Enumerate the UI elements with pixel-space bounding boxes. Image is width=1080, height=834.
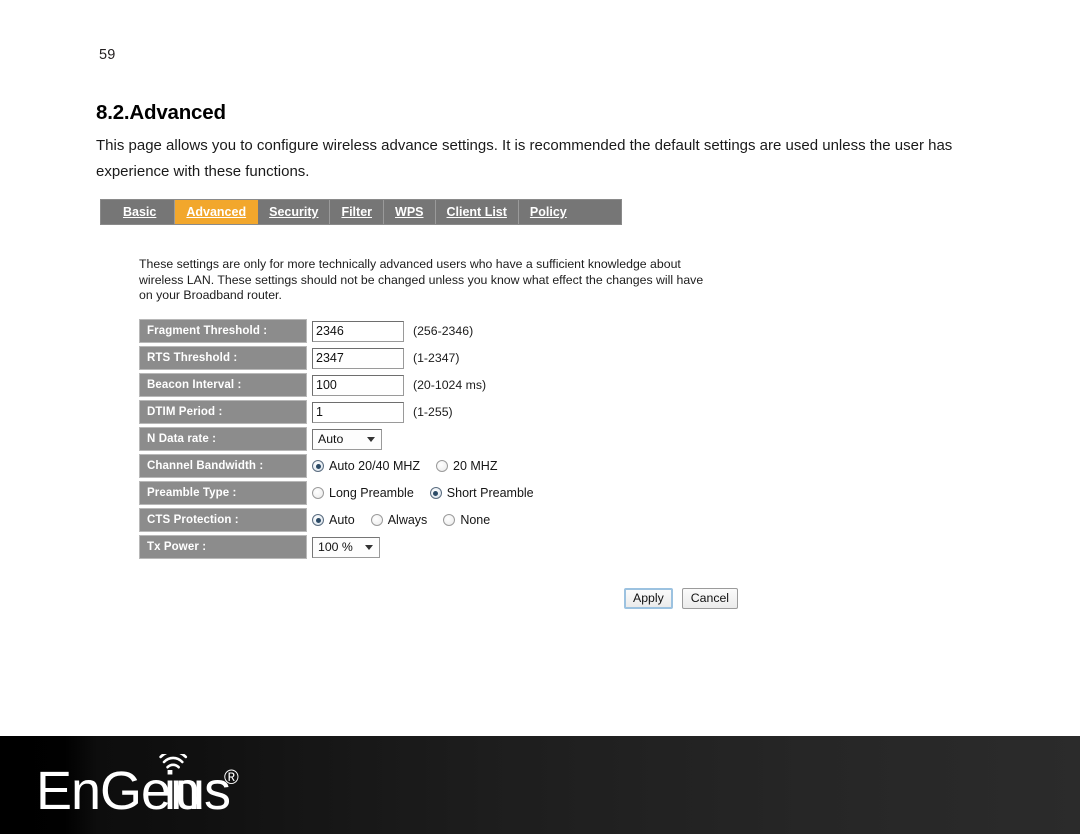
radio-channel-bandwidth-20[interactable]: 20 MHZ [436, 459, 497, 473]
hint-rts-threshold: (1-2347) [413, 351, 460, 365]
radio-cts-auto[interactable]: Auto [312, 513, 355, 527]
beacon-interval-input[interactable] [312, 374, 404, 396]
field-channel-bandwidth: Auto 20/40 MHZ 20 MHZ [312, 454, 497, 478]
field-cts-protection: Auto Always None [312, 508, 490, 532]
apply-button[interactable]: Apply [624, 588, 673, 609]
cts-protection-radio-group: Auto Always None [312, 513, 490, 527]
hint-beacon-interval: (20-1024 ms) [413, 378, 487, 392]
row-preamble-type: Preamble Type : Long Preamble Short Prea… [139, 481, 739, 508]
label-dtim-period: DTIM Period : [139, 400, 307, 424]
engenius-logo: EnGen ius ® [36, 754, 261, 816]
radio-icon [436, 460, 449, 472]
section-description: This page allows you to configure wirele… [96, 137, 953, 180]
radio-label: Always [387, 513, 428, 527]
row-dtim-period: DTIM Period : (1-255) [139, 400, 739, 427]
settings-form: Fragment Threshold : (256-2346) RTS Thre… [139, 319, 739, 562]
field-dtim-period: (1-255) [312, 400, 453, 424]
field-n-data-rate: Auto [312, 427, 382, 451]
field-preamble-type: Long Preamble Short Preamble [312, 481, 534, 505]
radio-cts-none[interactable]: None [443, 513, 490, 527]
row-beacon-interval: Beacon Interval : (20-1024 ms) [139, 373, 739, 400]
page-footer: EnGen ius ® [0, 736, 1080, 834]
svg-text:ius: ius [164, 761, 230, 816]
tx-power-select[interactable]: 100 % [312, 536, 380, 558]
radio-icon [370, 514, 383, 526]
radio-preamble-long[interactable]: Long Preamble [312, 486, 414, 500]
tab-bar: Basic Advanced Security Filter WPS Clien… [100, 199, 622, 225]
tab-client-list[interactable]: Client List [436, 200, 519, 224]
dtim-period-input[interactable] [312, 401, 404, 423]
router-admin-screenshot: Basic Advanced Security Filter WPS Clien… [100, 199, 740, 629]
label-beacon-interval: Beacon Interval : [139, 373, 307, 397]
radio-cts-always[interactable]: Always [370, 513, 428, 527]
engenius-logo-icon: EnGen ius ® [36, 754, 239, 816]
radio-label: Auto 20/40 MHZ [329, 459, 421, 473]
label-n-data-rate: N Data rate : [139, 427, 307, 451]
field-beacon-interval: (20-1024 ms) [312, 373, 486, 397]
radio-icon [312, 460, 324, 472]
panel-description: These settings are only for more technic… [139, 257, 704, 302]
radio-preamble-short[interactable]: Short Preamble [429, 486, 534, 500]
row-n-data-rate: N Data rate : Auto [139, 427, 739, 454]
cancel-button[interactable]: Cancel [681, 588, 739, 609]
chevron-down-icon [365, 545, 373, 550]
label-cts-protection: CTS Protection : [139, 508, 307, 532]
radio-label: None [460, 513, 491, 527]
field-tx-power: 100 % [312, 535, 380, 559]
radio-label: Long Preamble [329, 486, 414, 500]
hint-dtim-period: (1-255) [413, 405, 453, 419]
label-rts-threshold: RTS Threshold : [139, 346, 307, 370]
radio-label: 20 MHZ [453, 459, 498, 473]
label-tx-power: Tx Power : [139, 535, 307, 559]
radio-icon [429, 487, 442, 499]
n-data-rate-select[interactable]: Auto [312, 428, 382, 450]
tx-power-selected-value: 100 % [318, 540, 353, 554]
tab-basic[interactable]: Basic [101, 200, 176, 224]
tab-wps[interactable]: WPS [384, 200, 436, 224]
tab-security[interactable]: Security [258, 200, 331, 224]
row-tx-power: Tx Power : 100 % [139, 535, 739, 562]
radio-icon [312, 487, 324, 499]
rts-threshold-input[interactable] [312, 347, 404, 369]
row-cts-protection: CTS Protection : Auto Always None [139, 508, 739, 535]
row-channel-bandwidth: Channel Bandwidth : Auto 20/40 MHZ 20 MH… [139, 454, 739, 481]
row-rts-threshold: RTS Threshold : (1-2347) [139, 346, 739, 373]
field-fragment-threshold: (256-2346) [312, 319, 473, 343]
fragment-threshold-input[interactable] [312, 320, 404, 342]
radio-label: Auto [329, 513, 355, 527]
page-number: 59 [99, 47, 116, 63]
label-preamble-type: Preamble Type : [139, 481, 307, 505]
preamble-type-radio-group: Long Preamble Short Preamble [312, 486, 534, 500]
radio-icon [312, 514, 324, 526]
tab-advanced[interactable]: Advanced [175, 200, 259, 224]
radio-icon [443, 514, 456, 526]
row-fragment-threshold: Fragment Threshold : (256-2346) [139, 319, 739, 346]
radio-label: Short Preamble [446, 486, 534, 500]
radio-channel-bandwidth-auto-20-40[interactable]: Auto 20/40 MHZ [312, 459, 420, 473]
hint-fragment-threshold: (256-2346) [413, 324, 474, 338]
page-title: 8.2.Advanced [96, 101, 226, 124]
tab-filter[interactable]: Filter [330, 200, 385, 224]
field-rts-threshold: (1-2347) [312, 346, 459, 370]
label-fragment-threshold: Fragment Threshold : [139, 319, 307, 343]
chevron-down-icon [367, 437, 375, 442]
n-data-rate-selected-value: Auto [318, 432, 344, 446]
tab-policy[interactable]: Policy [519, 200, 578, 224]
svg-text:®: ® [224, 767, 239, 789]
form-actions: Apply Cancel [624, 588, 739, 609]
label-channel-bandwidth: Channel Bandwidth : [139, 454, 307, 478]
channel-bandwidth-radio-group: Auto 20/40 MHZ 20 MHZ [312, 459, 497, 473]
